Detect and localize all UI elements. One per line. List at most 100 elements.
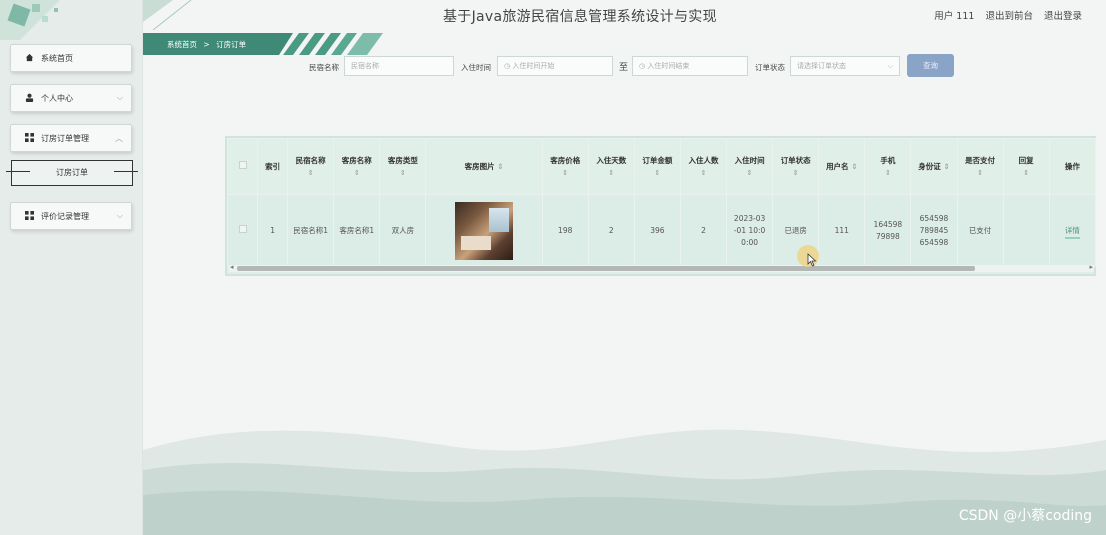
header-label: 入住天数 xyxy=(596,155,627,165)
header-label: 操作 xyxy=(1064,161,1080,171)
header-phone[interactable]: 手机 ⇕ xyxy=(864,138,912,195)
header-room[interactable]: 客房名称 ⇕ xyxy=(333,138,381,195)
homestay-label: 民宿名称 xyxy=(309,63,339,72)
sort-icon[interactable]: ⇕ xyxy=(497,162,503,171)
cell-checkin: 2023-03-01 10:00:00 xyxy=(726,194,774,267)
header-paid[interactable]: 是否支付 ⇕ xyxy=(956,138,1004,195)
cell-action: 详情 xyxy=(1048,194,1097,267)
grid-icon xyxy=(25,132,35,144)
sort-icon[interactable]: ⇕ xyxy=(727,167,772,179)
room-image-bed xyxy=(461,235,492,250)
sort-icon[interactable]: ⇕ xyxy=(288,167,333,179)
cell-index: 1 xyxy=(257,194,289,267)
sort-icon[interactable]: ⇕ xyxy=(943,162,949,171)
header-image[interactable]: 客房图片 ⇕ xyxy=(425,138,543,195)
sort-icon[interactable]: ⇕ xyxy=(865,167,910,179)
chevron-down-icon: ⌵ xyxy=(116,211,123,220)
header-status[interactable]: 订单状态 ⇕ xyxy=(772,138,820,195)
sort-icon[interactable]: ⇕ xyxy=(543,167,588,179)
checkin-label: 入住时间 xyxy=(461,63,491,72)
row-checkbox[interactable] xyxy=(238,224,247,233)
sort-icon[interactable]: ⇕ xyxy=(635,167,680,179)
cell-homestay: 民宿名称1 xyxy=(287,194,335,267)
page-title: 基于Java旅游民宿信息管理系统设计与实现 xyxy=(443,9,717,25)
sort-icon[interactable]: ⇕ xyxy=(773,167,818,179)
sort-icon[interactable]: ⇕ xyxy=(958,167,1003,179)
header-label: 客房价格 xyxy=(550,155,581,165)
header-type[interactable]: 客房类型 ⇕ xyxy=(379,138,427,195)
cell-days: 2 xyxy=(587,194,635,267)
status-label: 订单状态 xyxy=(755,63,785,72)
sidebar-subitem-label: 订房订单 xyxy=(56,168,88,177)
query-button[interactable]: 查询 xyxy=(907,54,954,77)
home-icon xyxy=(25,53,35,64)
room-image[interactable] xyxy=(455,201,514,260)
top-bar: 基于Java旅游民宿信息管理系统设计与实现 用户 111 退出到前台 退出登录 xyxy=(143,0,1106,30)
sidebar-item-personal[interactable]: 个人中心 ⌵ xyxy=(10,84,132,112)
scroll-right-icon[interactable]: ▸ xyxy=(1089,263,1093,271)
chevron-down-icon: ⌵ xyxy=(887,62,893,70)
header-username[interactable]: 用户名 ⇕ xyxy=(818,138,866,195)
table-row: 1 民宿名称1 客房名称1 双人房 198 2 396 2 2023-03-01… xyxy=(226,194,1097,267)
watermark: CSDN @小蔡coding xyxy=(958,508,1092,524)
header-label: 入住时间 xyxy=(734,155,765,165)
sidebar-item-label: 评价记录管理 xyxy=(41,211,89,221)
orders-table: 索引 民宿名称 ⇕ 客房名称 ⇕ 客房类型 ⇕ 客房图片 ⇕ 客房价格 ⇕ 入住天数 ⇕ … xyxy=(225,136,1097,276)
range-separator: 至 xyxy=(619,63,629,73)
sidebar-item-reviews[interactable]: 评价记录管理 ⌵ xyxy=(10,202,132,230)
sort-icon[interactable]: ⇕ xyxy=(380,167,425,179)
sidebar-subitem-room-orders[interactable]: 订房订单 xyxy=(11,160,133,186)
header-reply[interactable]: 回复 ⇕ xyxy=(1002,138,1050,195)
header-label: 用户名 xyxy=(826,161,849,171)
room-image-window xyxy=(489,207,510,232)
checkin-end-input[interactable]: ◷ 入住时间结束 xyxy=(632,56,748,76)
search-bar: 民宿名称 民宿名称 入住时间 ◷ 入住时间开始 至 ◷ 入住时间结束 订单状态 … xyxy=(143,54,1106,80)
chevron-up-icon: ︿ xyxy=(115,134,123,143)
horizontal-scrollbar[interactable]: ◂ ▸ xyxy=(229,263,1094,272)
header-label: 订单状态 xyxy=(780,155,811,165)
status-select[interactable]: 请选择订单状态 ⌵ xyxy=(790,56,900,76)
chevron-down-icon: ⌵ xyxy=(116,93,123,102)
header-label: 索引 xyxy=(265,161,281,171)
sidebar-item-label: 系统首页 xyxy=(41,53,73,63)
header-days[interactable]: 入住天数 ⇕ xyxy=(587,138,635,195)
sort-icon[interactable]: ⇕ xyxy=(1004,167,1049,179)
select-all-checkbox[interactable] xyxy=(238,160,247,169)
cell-type: 双人房 xyxy=(379,194,427,267)
header-guests[interactable]: 入住人数 ⇕ xyxy=(679,138,728,195)
sort-icon[interactable]: ⇕ xyxy=(334,167,379,179)
goto-front-link[interactable]: 退出到前台 xyxy=(985,11,1033,22)
scrollbar-thumb[interactable] xyxy=(237,266,975,271)
row-select[interactable] xyxy=(226,194,259,267)
checkin-start-input[interactable]: ◷ 入住时间开始 xyxy=(497,56,613,76)
mouse-pointer-icon xyxy=(807,253,817,267)
breadcrumb-separator: > xyxy=(203,40,210,49)
sidebar-item-orders[interactable]: 订房订单管理 ︿ xyxy=(10,124,132,152)
sort-icon[interactable]: ⇕ xyxy=(589,167,634,179)
sort-icon[interactable]: ⇕ xyxy=(851,162,857,171)
breadcrumb-text: 系统首页 > 订房订单 xyxy=(167,39,246,50)
header-amount[interactable]: 订单金额 ⇕ xyxy=(633,138,681,195)
scroll-left-icon[interactable]: ◂ xyxy=(230,263,234,271)
header-label: 回复 xyxy=(1018,155,1034,165)
header-price[interactable]: 客房价格 ⇕ xyxy=(541,138,589,195)
checkin-start-placeholder: 入住时间开始 xyxy=(512,62,555,70)
homestay-name-input[interactable]: 民宿名称 xyxy=(344,56,454,76)
sort-icon[interactable]: ⇕ xyxy=(681,167,726,179)
header-select[interactable] xyxy=(226,138,259,195)
logout-link[interactable]: 退出登录 xyxy=(1044,11,1082,22)
cell-idcard: 654598789845654598 xyxy=(910,194,958,267)
header-checkin[interactable]: 入住时间 ⇕ xyxy=(726,138,774,195)
header-label: 客房图片 xyxy=(464,161,495,171)
header-label: 客房名称 xyxy=(341,155,372,165)
breadcrumb-current: 订房订单 xyxy=(216,40,247,49)
table-header-row: 索引 民宿名称 ⇕ 客房名称 ⇕ 客房类型 ⇕ 客房图片 ⇕ 客房价格 ⇕ 入住天数 ⇕ … xyxy=(226,138,1097,195)
header-label: 订单金额 xyxy=(642,155,673,165)
header-homestay[interactable]: 民宿名称 ⇕ xyxy=(287,138,335,195)
sidebar-item-home[interactable]: 系统首页 xyxy=(10,44,132,72)
detail-button[interactable]: 详情 xyxy=(1064,225,1080,239)
cell-paid: 已支付 xyxy=(956,194,1004,267)
header-idcard[interactable]: 身份证 ⇕ xyxy=(910,138,958,195)
sidebar-decoration xyxy=(0,0,142,40)
breadcrumb-home[interactable]: 系统首页 xyxy=(167,40,197,49)
